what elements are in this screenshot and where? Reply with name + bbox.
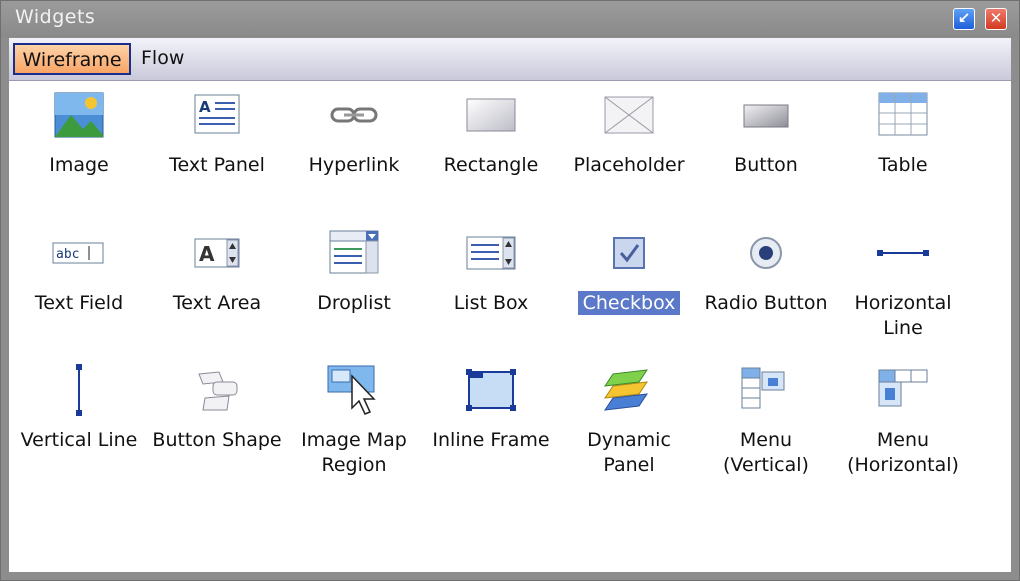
widget-button-shape[interactable]: Button Shape — [148, 364, 286, 453]
widget-label: Vertical Line — [20, 429, 138, 451]
selected-widget-label: Checkbox — [577, 291, 681, 315]
widget-text-panel[interactable]: A Text Panel — [148, 89, 286, 178]
widget-menu-horizontal[interactable]: Menu (Horizontal) — [834, 364, 972, 478]
widget-inline-frame[interactable]: Inline Frame — [422, 364, 560, 453]
widget-label: Menu (Horizontal) — [847, 429, 959, 476]
text-area-icon: A — [189, 227, 245, 279]
widget-label: Text Panel — [169, 154, 265, 176]
widget-droplist[interactable]: Droplist — [285, 227, 423, 316]
widget-label: Rectangle — [443, 154, 539, 176]
table-icon — [875, 89, 931, 141]
widget-checkbox[interactable]: Checkbox — [560, 227, 698, 316]
widget-table[interactable]: Table — [834, 89, 972, 178]
widget-label: Image — [49, 154, 109, 176]
button-icon — [738, 89, 794, 141]
widget-text-area[interactable]: A Text Area — [148, 227, 286, 316]
svg-text:A: A — [199, 98, 211, 116]
placeholder-icon — [601, 89, 657, 141]
dynamic-panel-icon — [601, 364, 657, 416]
widget-label: Radio Button — [704, 292, 828, 314]
image-map-region-icon — [326, 364, 382, 416]
widget-label: Hyperlink — [308, 154, 400, 176]
radio-button-icon — [738, 227, 794, 279]
widgets-window: Widgets ↙ ✕ Wireframe Flow Image A Text Pa… — [0, 0, 1020, 581]
widget-vertical-line[interactable]: Vertical Line — [10, 364, 148, 453]
text-panel-icon: A — [189, 89, 245, 141]
checkbox-icon — [601, 227, 657, 279]
widget-label: List Box — [453, 292, 529, 314]
widget-label: Image Map Region — [301, 429, 407, 476]
list-box-icon — [463, 227, 519, 279]
widget-list-box[interactable]: List Box — [422, 227, 560, 316]
widget-label: Placeholder — [573, 154, 685, 176]
widget-label: Table — [878, 154, 928, 176]
window-title: Widgets — [15, 6, 96, 28]
image-icon — [51, 89, 107, 141]
vertical-line-icon — [51, 364, 107, 416]
widget-hyperlink[interactable]: Hyperlink — [285, 89, 423, 178]
title-bar[interactable]: Widgets ↙ ✕ — [1, 1, 1019, 37]
tab-bar: Wireframe Flow — [9, 38, 1011, 81]
widget-label: Checkbox — [560, 291, 698, 316]
close-icon[interactable]: ✕ — [985, 8, 1007, 30]
widget-image-map-region[interactable]: Image Map Region — [285, 364, 423, 478]
widget-text-field[interactable]: abc Text Field — [10, 227, 148, 316]
widget-label: Button Shape — [152, 429, 282, 451]
widget-label: Droplist — [317, 292, 391, 314]
widget-label: Button — [734, 154, 798, 176]
svg-text:abc: abc — [56, 247, 79, 262]
widget-label: Dynamic Panel — [587, 429, 671, 476]
widget-label: Menu (Vertical) — [723, 429, 809, 476]
widget-rectangle[interactable]: Rectangle — [422, 89, 560, 178]
widget-horizontal-line[interactable]: Horizontal Line — [834, 227, 972, 341]
rectangle-icon — [463, 89, 519, 141]
widget-image[interactable]: Image — [10, 89, 148, 178]
button-shape-icon — [189, 364, 245, 416]
menu-vertical-icon — [738, 364, 794, 416]
widget-grid: Image A Text Panel Hyperlink Rectangle Placeh… — [9, 81, 1011, 572]
hyperlink-icon — [326, 89, 382, 141]
widget-label: Text Field — [34, 292, 124, 314]
widget-radio-button[interactable]: Radio Button — [697, 227, 835, 316]
svg-text:A: A — [199, 242, 215, 266]
tab-wireframe[interactable]: Wireframe — [13, 43, 131, 75]
tab-flow[interactable]: Flow — [139, 43, 186, 75]
text-field-icon: abc — [51, 227, 107, 279]
widget-button[interactable]: Button — [697, 89, 835, 178]
widget-label: Horizontal Line — [854, 292, 952, 339]
widget-label: Text Area — [172, 292, 262, 314]
widget-placeholder[interactable]: Placeholder — [560, 89, 698, 178]
widget-menu-vertical[interactable]: Menu (Vertical) — [697, 364, 835, 478]
restore-icon[interactable]: ↙ — [953, 8, 975, 30]
inline-frame-icon — [463, 364, 519, 416]
menu-horizontal-icon — [875, 364, 931, 416]
widget-label: Inline Frame — [432, 429, 550, 451]
widget-dynamic-panel[interactable]: Dynamic Panel — [560, 364, 698, 478]
droplist-icon — [326, 227, 382, 279]
horizontal-line-icon — [875, 227, 931, 279]
